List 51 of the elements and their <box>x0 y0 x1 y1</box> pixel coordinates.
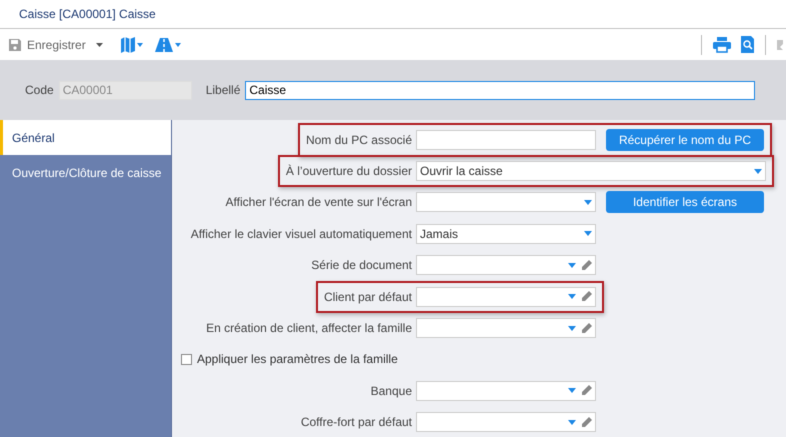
dropdown-arrow-icon[interactable] <box>584 200 592 205</box>
field-label: Coffre-fort par défaut <box>300 415 412 430</box>
pencil-icon[interactable] <box>581 260 592 271</box>
dropdown-field[interactable] <box>416 318 596 338</box>
dropdown-arrow-icon[interactable] <box>568 388 576 394</box>
libelle-field[interactable]: Caisse <box>245 80 756 100</box>
dropdown-arrow-icon[interactable] <box>568 262 576 268</box>
map-icon <box>120 36 135 52</box>
code-field: CA00001 <box>58 80 192 100</box>
field-label: Nom du PC associé <box>306 132 412 147</box>
action-button[interactable]: Récupérer le nom du PC <box>606 128 764 151</box>
text-field[interactable] <box>416 130 596 150</box>
field-label: À l’ouverture du dossier <box>286 164 412 178</box>
dropdown-field[interactable]: Ouvrir la caisse <box>416 161 766 182</box>
field-label: Afficher le clavier visuel automatiquement <box>190 226 412 241</box>
dropdown-field[interactable] <box>416 380 596 401</box>
window-title: Caisse [CA00001] Caisse <box>19 7 156 21</box>
dropdown-arrow-icon[interactable] <box>568 294 576 300</box>
print-icon[interactable] <box>713 36 731 52</box>
field-label: Client par défaut <box>324 290 412 304</box>
field-label: Afficher l'écran de vente sur l'écran <box>226 195 412 210</box>
dropdown-field[interactable] <box>416 192 596 212</box>
dropdown-arrow-icon[interactable] <box>568 326 576 331</box>
dropdown-arrow-icon[interactable] <box>754 168 762 174</box>
document-search-icon[interactable] <box>741 36 754 53</box>
pencil-icon[interactable] <box>581 291 592 302</box>
libelle-label: Libellé <box>206 83 240 97</box>
checkbox-label: Appliquer les paramètres de la famille <box>197 352 398 366</box>
code-label: Code <box>25 83 54 97</box>
sidebar-tab[interactable]: Général <box>0 120 171 155</box>
dropdown-arrow-icon[interactable] <box>568 420 576 425</box>
field-label: Série de document <box>311 258 412 272</box>
save-icon <box>8 38 22 52</box>
caret-icon <box>174 42 181 46</box>
pencil-icon[interactable] <box>581 385 592 396</box>
field-label: En création de client, affecter la famille <box>206 321 412 336</box>
checkbox[interactable] <box>181 354 192 365</box>
caret-icon[interactable] <box>96 42 103 46</box>
pencil-icon[interactable] <box>581 416 592 428</box>
dropdown-field[interactable] <box>416 286 596 307</box>
dropdown-field[interactable]: Jamais <box>416 224 596 244</box>
sidebar-tab[interactable]: Ouverture/Clôture de caisse <box>0 155 171 190</box>
field-label: Banque <box>370 384 412 398</box>
dropdown-arrow-icon[interactable] <box>584 231 592 236</box>
dropdown-field[interactable] <box>416 255 596 276</box>
action-button[interactable]: Identifier les écrans <box>606 191 764 214</box>
save-button[interactable]: Enregistrer <box>6 38 88 52</box>
caret-icon <box>136 42 143 46</box>
road-icon <box>154 38 173 52</box>
dropdown-field[interactable] <box>416 412 596 432</box>
pencil-icon[interactable] <box>581 322 592 334</box>
